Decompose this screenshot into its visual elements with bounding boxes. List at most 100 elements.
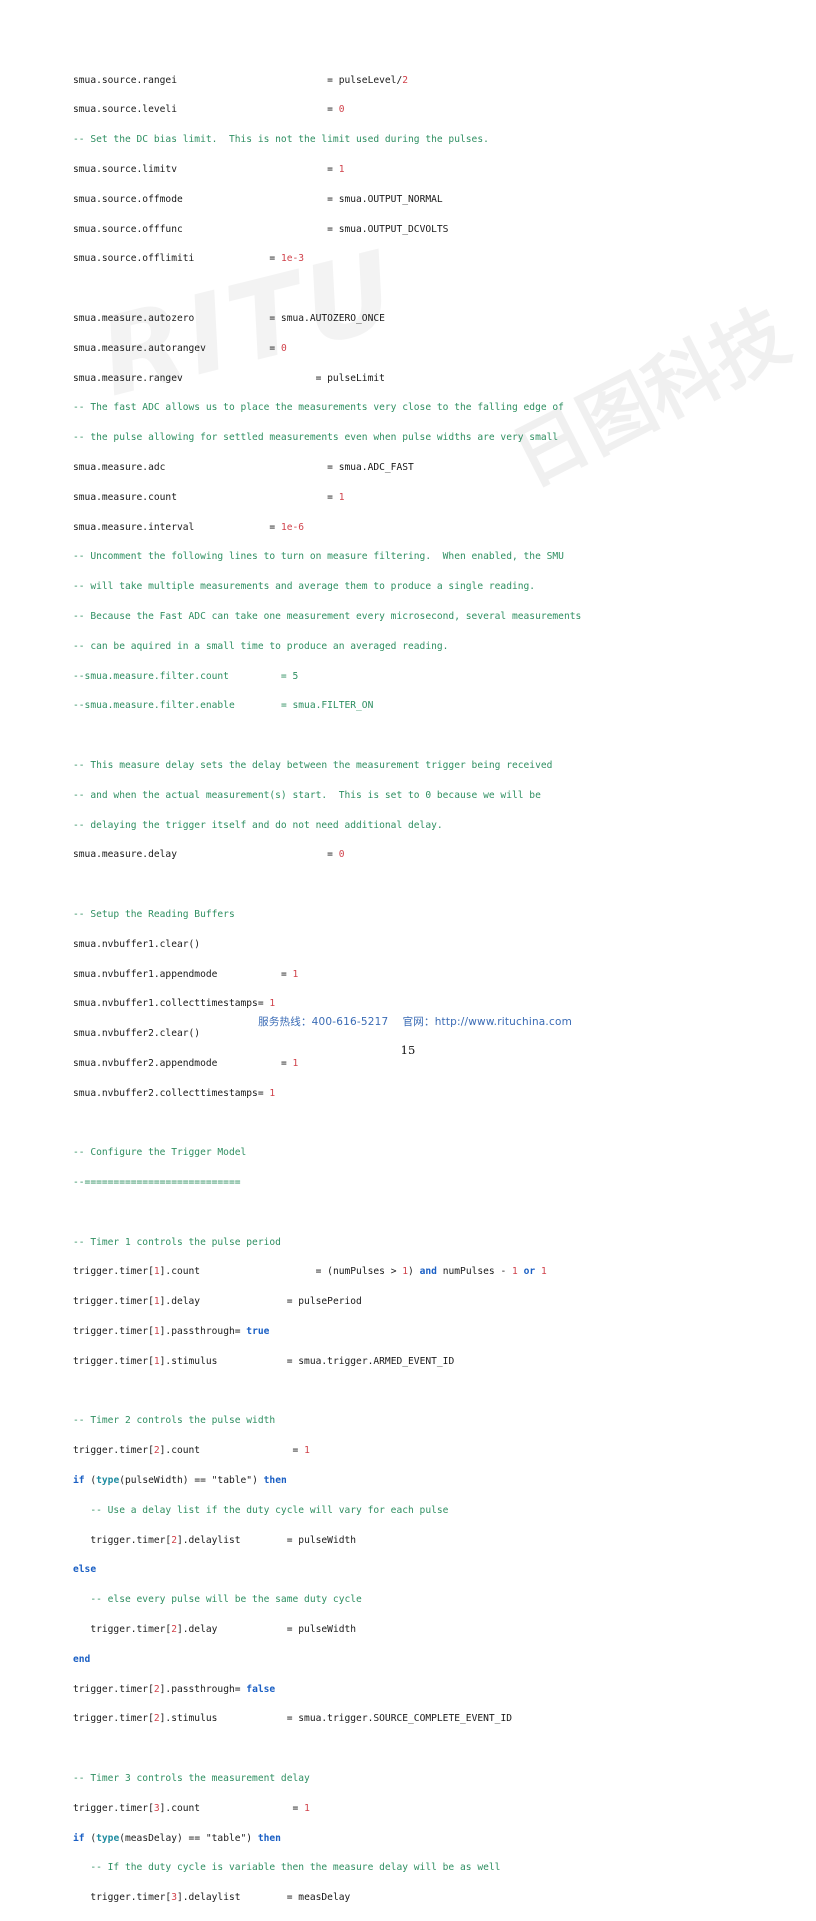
code-token-pl: trigger.timer[ [73,1534,172,1546]
code-token-pl: smua.source.offmode [73,193,183,205]
code-token-cm: -- Uncomment the following lines to turn… [73,551,564,563]
code-token-pl: (measDelay) == "table") [119,1832,258,1844]
code-token-pl: smua.measure.delay [73,849,177,861]
code-token-pl: smua.measure.autozero [73,312,195,324]
code-token-pl: = [176,491,339,503]
code-token-pl: ].delay [176,1624,218,1636]
code-line: trigger.timer[1].passthrough= true [73,1325,773,1340]
code-token-cm: -- else every pulse will be the same dut… [73,1594,362,1606]
code-line: trigger.timer[3].delaylist = measDelay [73,1891,773,1906]
code-token-cm: -- Timer 2 controls the pulse width [73,1415,276,1427]
code-token-pl: = pulseWidth [217,1624,357,1636]
code-token-pl: trigger.timer[ [73,1683,154,1695]
code-token-pl: = pulseLevel/ [176,74,403,86]
code-line: smua.source.offmode = smua.OUTPUT_NORMAL [73,193,773,208]
code-line: -- delaying the trigger itself and do no… [73,819,773,834]
code-line: -- Uncomment the following lines to turn… [73,550,773,565]
code-token-kw: if [73,1475,85,1487]
code-line: -- Timer 3 controls the measurement dela… [73,1772,773,1787]
code-line: smua.nvbuffer2.appendmode = 1 [73,1057,773,1072]
code-line: if (type(measDelay) == "table") then [73,1832,773,1847]
code-token-pl: = measDelay [240,1892,351,1904]
code-token-num: 1 [269,1087,276,1099]
code-token-num: 2 [402,74,409,86]
code-token-pl: ].count [159,1445,201,1457]
footer-website-label[interactable]: 官网：http://www.rituchina.com [403,1016,572,1028]
code-token-pl: smua.source.offlimiti [73,253,195,265]
code-token-num: 1 [540,1266,547,1278]
code-token-kw: false [246,1683,276,1695]
code-token-kw: then [257,1832,281,1844]
code-token-cm: -- and when the actual measurement(s) st… [73,789,541,801]
code-token-cm: -- can be aquired in a small time to pro… [73,640,449,652]
code-token-pl: smua.measure.count [73,491,177,503]
code-token-pl: = smua.ADC_FAST [165,461,414,473]
code-line: smua.source.limitv = 1 [73,163,773,178]
code-token-pl: = pulsePeriod [200,1296,362,1308]
code-line: -- This measure delay sets the delay bet… [73,759,773,774]
code-line: trigger.timer[1].delay = pulsePeriod [73,1295,773,1310]
code-token-pl: ( [84,1475,97,1487]
code-token-pl: = [217,968,293,980]
code-token-pl: smua.source.limitv [73,163,177,175]
code-line: trigger.timer[1].stimulus = smua.trigger… [73,1355,773,1370]
code-token-pl: ].stimulus [159,1355,218,1367]
code-token-pl: ].delay [159,1296,201,1308]
code-token-kw: else [73,1564,97,1576]
code-line: smua.measure.rangev = pulseLimit [73,372,773,387]
code-line: smua.measure.delay = 0 [73,848,773,863]
code-token-pl: = pulseLimit [182,372,385,384]
code-token-pl: ( [84,1832,97,1844]
code-token-pl: numPulses - [436,1266,513,1278]
code-line: --=========================== [73,1176,773,1191]
code-token-cm: -- Timer 3 controls the measurement dela… [73,1773,310,1785]
code-listing: smua.source.rangei = pulseLevel/2 smua.s… [73,74,773,1921]
code-token-pl: trigger.timer[ [73,1296,154,1308]
code-line: --smua.measure.filter.enable = smua.FILT… [73,699,773,714]
code-token-pl: smua.measure.interval [73,521,195,533]
page-footer: 服务热线：400-616-5217 官网：http://www.rituchin… [0,1002,816,1057]
code-line: trigger.timer[2].passthrough= false [73,1683,773,1698]
code-line: trigger.timer[2].count = 1 [73,1444,773,1459]
code-token-pl: = smua.OUTPUT_NORMAL [182,193,443,205]
code-token-num: 0 [338,104,345,116]
code-line: smua.nvbuffer2.collecttimestamps= 1 [73,1087,773,1102]
code-line: smua.measure.autozero = smua.AUTOZERO_ON… [73,312,773,327]
code-token-pl: ].delaylist [176,1534,241,1546]
code-line: -- Timer 2 controls the pulse width [73,1414,773,1429]
code-token-cm: -- the pulse allowing for settled measur… [73,432,559,444]
code-token-pl: trigger.timer[ [73,1266,154,1278]
code-token-pl: trigger.timer[ [73,1355,154,1367]
code-line: smua.measure.autorangev = 0 [73,342,773,357]
code-token-pl: = smua.OUTPUT_DCVOLTS [182,223,449,235]
code-line: trigger.timer[1].count = (numPulses > 1)… [73,1265,773,1280]
code-token-num: 0 [338,849,345,861]
code-line: -- will take multiple measurements and a… [73,580,773,595]
code-token-pl: smua.source.leveli [73,104,177,116]
code-line: -- Use a delay list if the duty cycle wi… [73,1504,773,1519]
code-line: if (type(pulseWidth) == "table") then [73,1474,773,1489]
code-line: trigger.timer[3].count = 1 [73,1802,773,1817]
code-line: trigger.timer[2].delay = pulseWidth [73,1623,773,1638]
code-token-num: 1 [304,1802,310,1814]
code-line: -- and when the actual measurement(s) st… [73,789,773,804]
code-line: smua.measure.count = 1 [73,491,773,506]
code-token-cm: -- This measure delay sets the delay bet… [73,759,553,771]
code-line: smua.source.rangei = pulseLevel/2 [73,74,773,89]
code-line: trigger.timer[2].stimulus = smua.trigger… [73,1712,773,1727]
code-token-pl: ].passthrough= [159,1683,247,1695]
code-token-pl: ].count [159,1802,201,1814]
code-token-pl: smua.source.offfunc [73,223,183,235]
code-token-cm: --smua.measure.filter.count [73,670,229,682]
code-token-cm: --smua.measure.filter.enable [73,700,235,712]
code-token-pl: ].count [159,1266,201,1278]
code-token-num: 1 [292,968,299,980]
code-line: smua.source.offlimiti = 1e-3 [73,252,773,267]
code-token-cm: -- Use a delay list if the duty cycle wi… [73,1504,449,1516]
code-token-pl: smua.measure.adc [73,461,166,473]
